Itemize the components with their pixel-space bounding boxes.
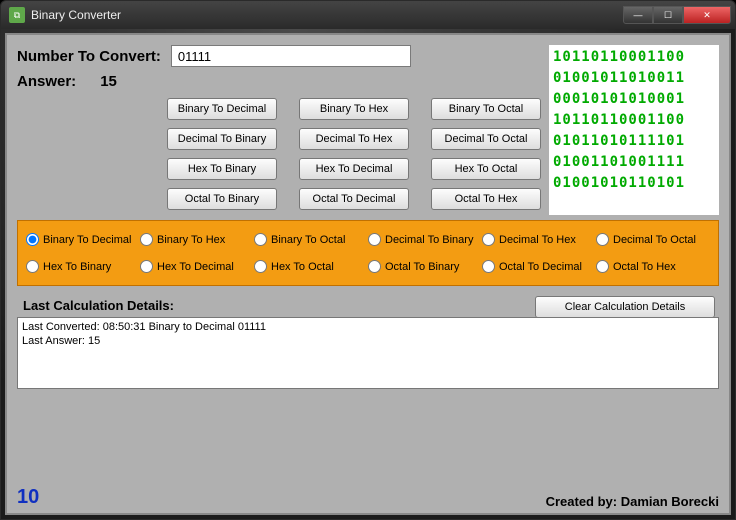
close-button[interactable]: ✕ bbox=[683, 6, 731, 24]
radio-hex-to-decimal[interactable]: Hex To Decimal bbox=[140, 260, 254, 273]
footer-credit: Created by: Damian Borecki bbox=[546, 494, 719, 509]
client-area: Number To Convert: Answer: 15 1011011000… bbox=[1, 29, 735, 519]
radio-hex-to-binary[interactable]: Hex To Binary bbox=[26, 260, 140, 273]
minimize-button[interactable]: — bbox=[623, 6, 653, 24]
number-input[interactable] bbox=[171, 45, 411, 67]
details-line-2: Last Answer: 15 bbox=[22, 334, 714, 348]
decimal-to-hex-button[interactable]: Decimal To Hex bbox=[299, 128, 409, 150]
number-to-convert-label: Number To Convert: bbox=[17, 48, 161, 65]
radio-decimal-to-octal[interactable]: Decimal To Octal bbox=[596, 233, 710, 246]
radio-hex-to-octal[interactable]: Hex To Octal bbox=[254, 260, 368, 273]
details-area: Last Calculation Details: Clear Calculat… bbox=[17, 298, 719, 389]
main-panel: Number To Convert: Answer: 15 1011011000… bbox=[5, 33, 731, 515]
radio-binary-to-octal[interactable]: Binary To Octal bbox=[254, 233, 368, 246]
answer-value: 15 bbox=[100, 73, 117, 90]
binary-decoration: 10110110001100 01001011010011 0001010101… bbox=[549, 45, 719, 215]
hex-to-decimal-button[interactable]: Hex To Decimal bbox=[299, 158, 409, 180]
footer: 10 Created by: Damian Borecki bbox=[17, 486, 719, 509]
radio-octal-to-decimal[interactable]: Octal To Decimal bbox=[482, 260, 596, 273]
binary-to-octal-button[interactable]: Binary To Octal bbox=[431, 98, 541, 120]
app-window: ⧉ Binary Converter — ☐ ✕ Number To Conve… bbox=[0, 0, 736, 520]
hex-to-binary-button[interactable]: Hex To Binary bbox=[167, 158, 277, 180]
octal-to-decimal-button[interactable]: Octal To Decimal bbox=[299, 188, 409, 210]
radio-octal-to-hex[interactable]: Octal To Hex bbox=[596, 260, 710, 273]
details-box: Last Converted: 08:50:31 Binary to Decim… bbox=[17, 317, 719, 389]
radio-binary-to-decimal[interactable]: Binary To Decimal bbox=[26, 233, 140, 246]
answer-label: Answer: bbox=[17, 73, 76, 90]
window-title: Binary Converter bbox=[31, 8, 623, 22]
app-icon: ⧉ bbox=[9, 7, 25, 23]
radio-octal-to-binary[interactable]: Octal To Binary bbox=[368, 260, 482, 273]
radio-decimal-to-binary[interactable]: Decimal To Binary bbox=[368, 233, 482, 246]
radio-decimal-to-hex[interactable]: Decimal To Hex bbox=[482, 233, 596, 246]
footer-number: 10 bbox=[17, 486, 39, 509]
radio-panel: Binary To Decimal Binary To Hex Binary T… bbox=[17, 220, 719, 286]
clear-details-button[interactable]: Clear Calculation Details bbox=[535, 296, 715, 318]
binary-to-hex-button[interactable]: Binary To Hex bbox=[299, 98, 409, 120]
radio-binary-to-hex[interactable]: Binary To Hex bbox=[140, 233, 254, 246]
details-line-1: Last Converted: 08:50:31 Binary to Decim… bbox=[22, 320, 714, 334]
maximize-button[interactable]: ☐ bbox=[653, 6, 683, 24]
binary-to-decimal-button[interactable]: Binary To Decimal bbox=[167, 98, 277, 120]
octal-to-binary-button[interactable]: Octal To Binary bbox=[167, 188, 277, 210]
decimal-to-octal-button[interactable]: Decimal To Octal bbox=[431, 128, 541, 150]
hex-to-octal-button[interactable]: Hex To Octal bbox=[431, 158, 541, 180]
titlebar: ⧉ Binary Converter — ☐ ✕ bbox=[1, 1, 735, 29]
decimal-to-binary-button[interactable]: Decimal To Binary bbox=[167, 128, 277, 150]
octal-to-hex-button[interactable]: Octal To Hex bbox=[431, 188, 541, 210]
details-title: Last Calculation Details: bbox=[23, 298, 174, 313]
